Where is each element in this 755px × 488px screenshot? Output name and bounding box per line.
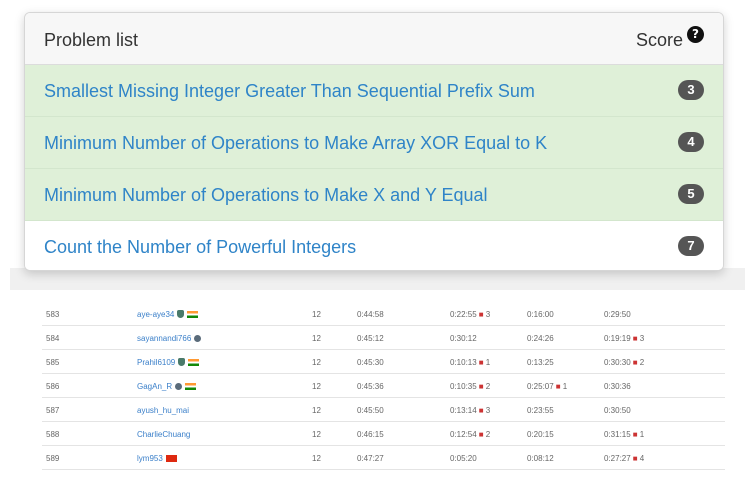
problem-time-cell: 0:20:15 — [527, 430, 554, 439]
problem-link[interactable]: Count the Number of Powerful Integers — [44, 237, 356, 258]
time-cell: 0:44:58 — [357, 310, 384, 319]
time-cell: 0:45:30 — [357, 358, 384, 367]
username-link[interactable]: Prahil6109 — [137, 358, 200, 367]
username-link[interactable]: sayannandi766 — [137, 334, 202, 343]
time-cell: 0:45:50 — [357, 406, 384, 415]
problem-row: Minimum Number of Operations to Make Arr… — [25, 117, 723, 169]
badge-icon — [178, 358, 186, 366]
table-row: 585 Prahil6109 12 0:45:30 0:10:13 ■ 1 0:1… — [42, 350, 725, 374]
problem-time-cell: 0:10:13 ■ 1 — [450, 358, 491, 367]
penalty-icon: ■ — [478, 406, 484, 415]
problem-time-cell: 0:05:20 — [450, 454, 477, 463]
penalty-icon: ■ — [478, 382, 484, 391]
solved-cell: 12 — [312, 430, 321, 439]
solved-cell: 12 — [312, 382, 321, 391]
help-icon[interactable]: ? — [687, 26, 704, 43]
username-link[interactable]: lym953 — [137, 454, 177, 463]
time-cell: 0:47:27 — [357, 454, 384, 463]
rank-cell: 586 — [46, 382, 60, 391]
problem-row: Minimum Number of Operations to Make X a… — [25, 169, 723, 221]
penalty-icon: ■ — [478, 430, 484, 439]
problem-time-cell: 0:22:55 ■ 3 — [450, 310, 491, 319]
solved-cell: 12 — [312, 310, 321, 319]
problem-time-cell: 0:13:25 — [527, 358, 554, 367]
table-row: 588 CharlieChuang 12 0:46:15 0:12:54 ■ 2 … — [42, 422, 725, 446]
score-badge: 3 — [678, 80, 704, 100]
penalty-icon: ■ — [632, 454, 638, 463]
table-row: 586 GagAn_R 12 0:45:36 0:10:35 ■ 2 0:25:0… — [42, 374, 725, 398]
problem-time-cell: 0:31:15 ■ 1 — [604, 430, 645, 439]
india-flag-icon — [185, 383, 197, 390]
badge-icon — [175, 383, 183, 390]
score-badge: 5 — [678, 184, 704, 204]
problem-time-cell: 0:27:27 ■ 4 — [604, 454, 645, 463]
india-flag-icon — [188, 359, 200, 366]
solved-cell: 12 — [312, 454, 321, 463]
problem-row: Smallest Missing Integer Greater Than Se… — [25, 65, 723, 117]
penalty-icon: ■ — [632, 430, 638, 439]
problem-time-cell: 0:30:30 ■ 2 — [604, 358, 645, 367]
solved-cell: 12 — [312, 334, 321, 343]
username-link[interactable]: CharlieChuang — [137, 430, 190, 439]
rank-cell: 585 — [46, 358, 60, 367]
time-cell: 0:45:12 — [357, 334, 384, 343]
problem-time-cell: 0:12:54 ■ 2 — [450, 430, 491, 439]
username-link[interactable]: ayush_hu_mai — [137, 406, 189, 415]
problem-time-cell: 0:29:50 — [604, 310, 631, 319]
table-row: 584 sayannandi766 12 0:45:12 0:30:12 0:2… — [42, 326, 725, 350]
panel-title: Problem list — [44, 30, 139, 50]
penalty-icon: ■ — [478, 310, 484, 319]
rank-cell: 587 — [46, 406, 60, 415]
problem-time-cell: 0:08:12 — [527, 454, 554, 463]
problem-link[interactable]: Minimum Number of Operations to Make Arr… — [44, 133, 547, 154]
time-cell: 0:46:15 — [357, 430, 384, 439]
problem-time-cell: 0:16:00 — [527, 310, 554, 319]
score-badge: 4 — [678, 132, 704, 152]
penalty-icon: ■ — [555, 382, 561, 391]
username-link[interactable]: aye-aye34 — [137, 310, 199, 319]
solved-cell: 12 — [312, 406, 321, 415]
problem-time-cell: 0:30:36 — [604, 382, 631, 391]
penalty-icon: ■ — [632, 358, 638, 367]
india-flag-icon — [187, 311, 199, 318]
problem-time-cell: 0:13:14 ■ 3 — [450, 406, 491, 415]
username-link[interactable]: GagAn_R — [137, 382, 197, 391]
china-flag-icon — [165, 455, 177, 462]
score-header: Score — [635, 30, 683, 50]
problem-time-cell: 0:23:55 — [527, 406, 554, 415]
problem-link[interactable]: Smallest Missing Integer Greater Than Se… — [44, 81, 535, 102]
problem-time-cell: 0:24:26 — [527, 334, 554, 343]
penalty-icon: ■ — [478, 358, 484, 367]
problem-time-cell: 0:30:12 — [450, 334, 477, 343]
problem-list-panel: Problem list Score ? Smallest Missing In… — [24, 12, 724, 271]
score-badge: 7 — [678, 236, 704, 256]
rank-cell: 584 — [46, 334, 60, 343]
problem-row: Count the Number of Powerful Integers 7 — [25, 221, 723, 270]
solved-cell: 12 — [312, 358, 321, 367]
rank-cell: 583 — [46, 310, 60, 319]
rank-cell: 589 — [46, 454, 60, 463]
rank-cell: 588 — [46, 430, 60, 439]
badge-icon — [177, 310, 185, 318]
problem-time-cell: 0:30:50 — [604, 406, 631, 415]
table-row: 589 lym953 12 0:47:27 0:05:20 0:08:12 0:… — [42, 446, 725, 470]
problem-time-cell: 0:19:19 ■ 3 — [604, 334, 645, 343]
time-cell: 0:45:36 — [357, 382, 384, 391]
problem-time-cell: 0:25:07 ■ 1 — [527, 382, 568, 391]
table-row: 583 aye-aye34 12 0:44:58 0:22:55 ■ 3 0:16… — [42, 302, 725, 326]
table-row: 587 ayush_hu_mai 12 0:45:50 0:13:14 ■ 3 0… — [42, 398, 725, 422]
badge-icon — [194, 335, 202, 342]
problem-time-cell: 0:10:35 ■ 2 — [450, 382, 491, 391]
penalty-icon: ■ — [632, 334, 638, 343]
problem-link[interactable]: Minimum Number of Operations to Make X a… — [44, 185, 488, 206]
panel-header: Problem list Score ? — [25, 13, 723, 65]
